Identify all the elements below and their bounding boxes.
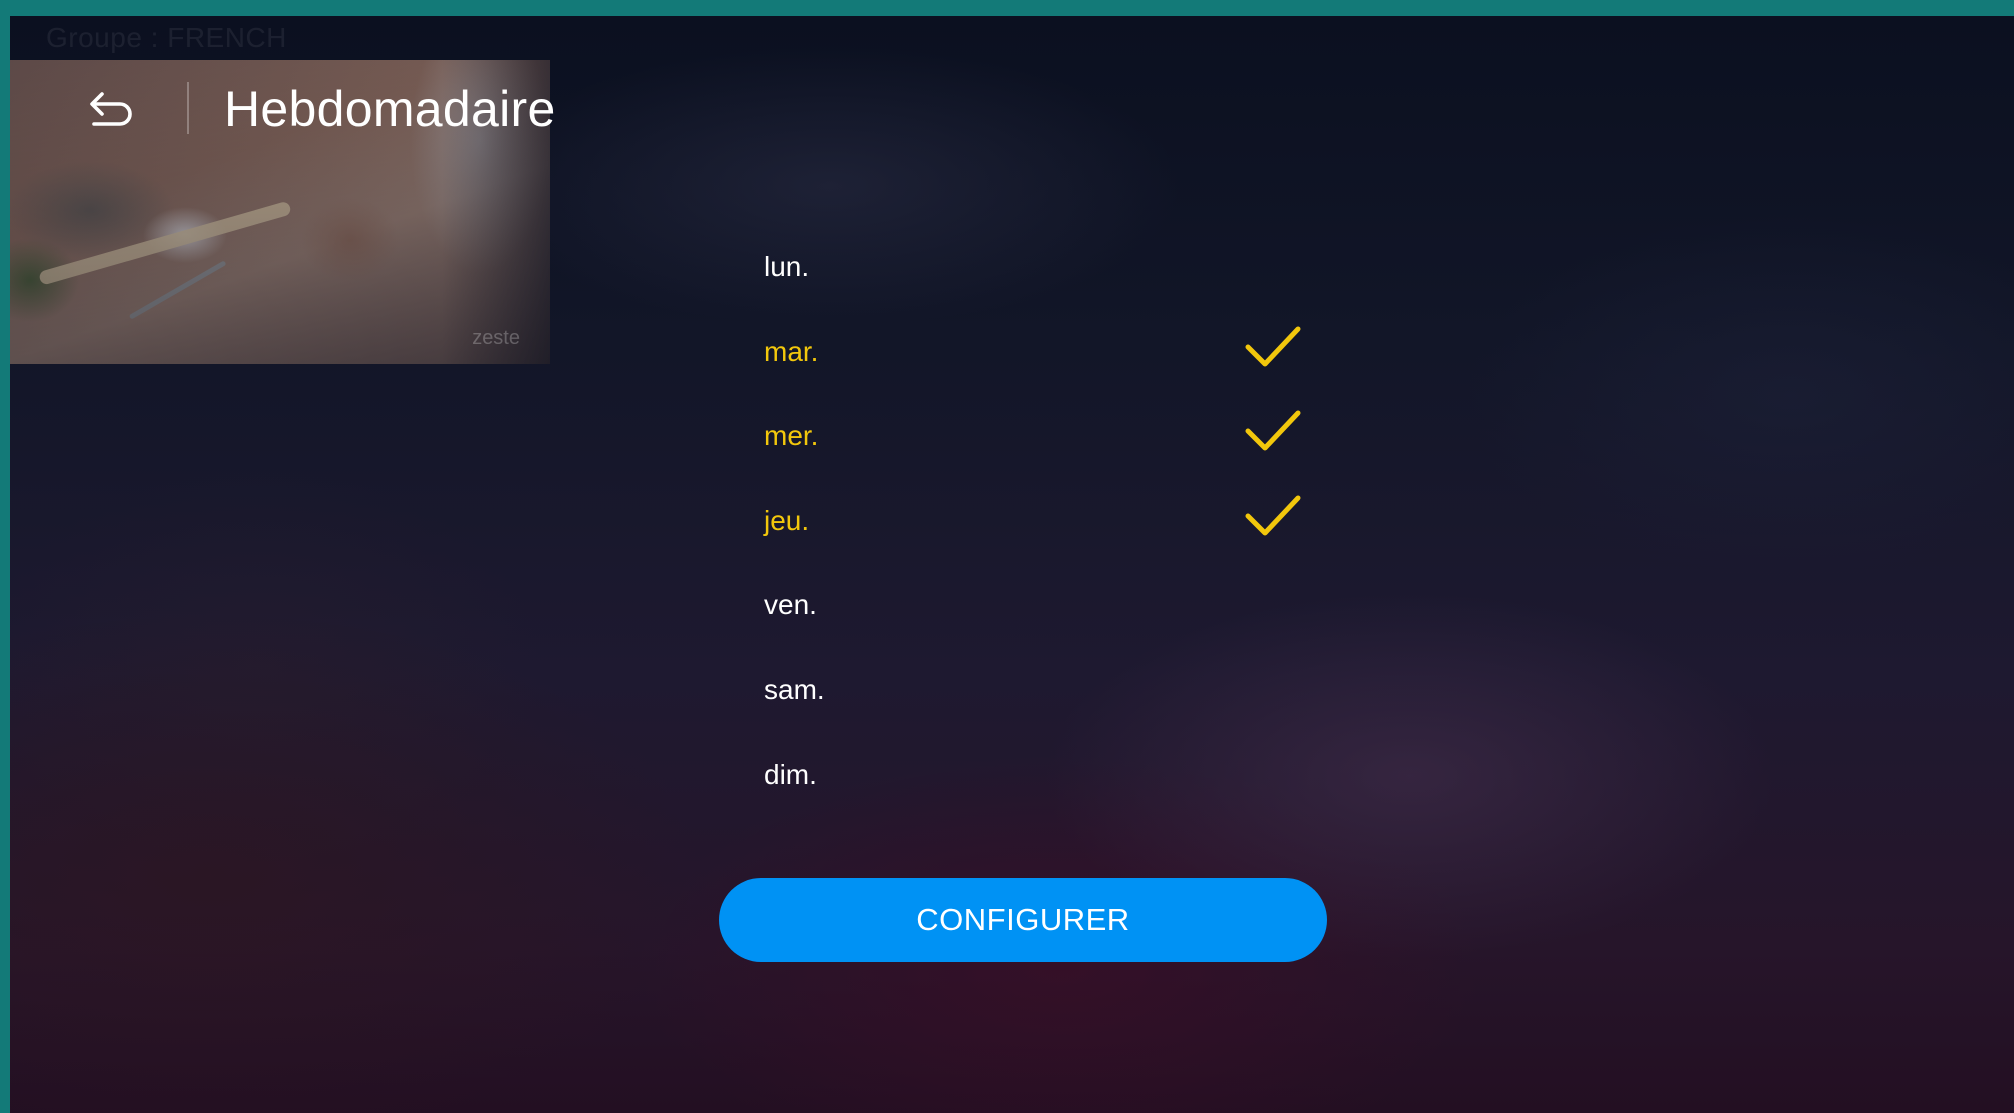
day-item[interactable]: mer. — [740, 410, 1320, 504]
configure-button[interactable]: CONFIGURER — [719, 878, 1327, 962]
header-divider — [187, 82, 189, 134]
day-item[interactable]: ven. — [740, 588, 1320, 673]
thumbnail-watermark: zeste — [472, 327, 520, 349]
day-item[interactable]: mar. — [740, 326, 1320, 420]
day-label: dim. — [764, 758, 817, 790]
day-label: jeu. — [764, 504, 810, 536]
background-group-label: Groupe : FRENCH — [46, 22, 287, 53]
checkmark-icon — [1245, 495, 1301, 536]
page-title: Hebdomadaire — [224, 81, 556, 137]
day-item[interactable]: jeu. — [740, 495, 1320, 589]
thumbnail-rolling-pin — [38, 200, 292, 286]
day-label: mar. — [764, 335, 819, 367]
thumbnail-knife — [128, 260, 227, 320]
back-button[interactable] — [88, 86, 140, 134]
screen: Groupe : FRENCH zeste Hebdomadaire lun. m… — [10, 16, 2014, 1113]
day-label: mer. — [764, 420, 819, 452]
day-item[interactable]: lun. — [740, 250, 1320, 335]
day-label: sam. — [764, 673, 825, 705]
checkmark-icon — [1245, 326, 1301, 367]
day-item[interactable]: sam. — [740, 673, 1320, 758]
back-arrow-icon — [90, 92, 132, 126]
day-label: lun. — [764, 251, 810, 282]
day-item[interactable]: dim. — [740, 758, 1320, 843]
day-label: ven. — [764, 589, 817, 621]
day-list: lun. mar. mer. jeu. ven. sam. dim. — [740, 250, 1320, 842]
checkmark-icon — [1245, 410, 1301, 451]
